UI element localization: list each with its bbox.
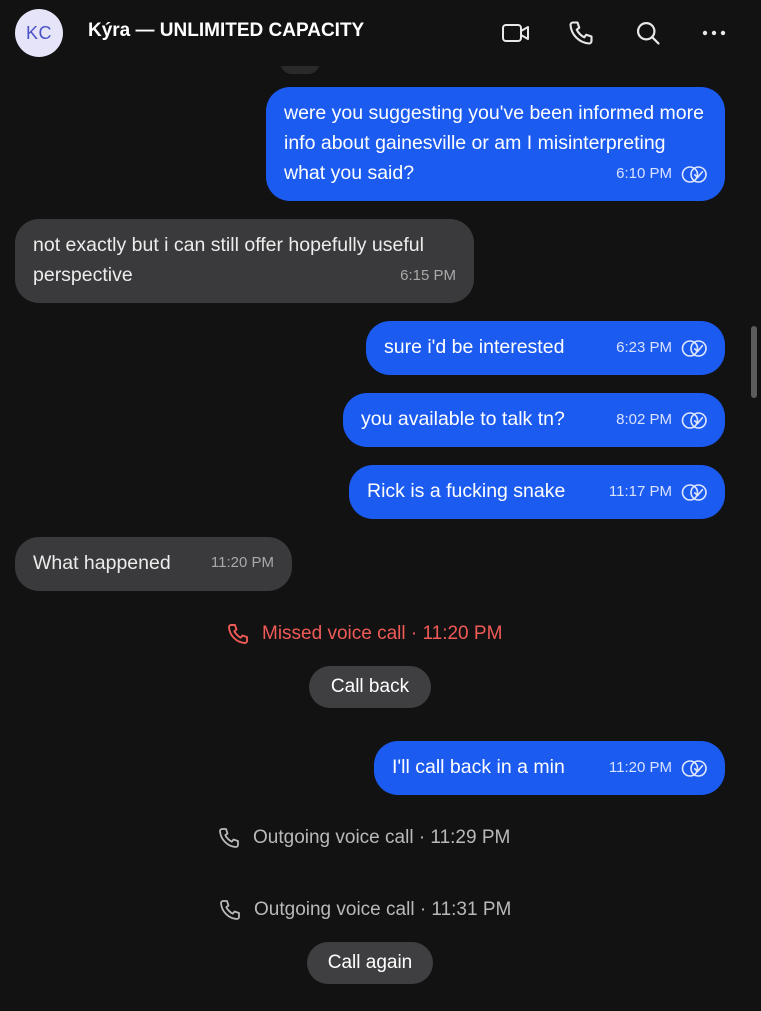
video-call-button[interactable] bbox=[500, 17, 532, 49]
message-meta: 6:10 PM bbox=[616, 159, 708, 189]
message-meta: 8:02 PM bbox=[616, 405, 708, 435]
outgoing-call-icon bbox=[220, 900, 240, 920]
message-time: 8:02 PM bbox=[616, 411, 672, 428]
video-camera-icon bbox=[502, 24, 529, 42]
read-receipt-icon bbox=[681, 411, 707, 429]
avatar[interactable]: KC bbox=[15, 9, 63, 57]
conversation-view: KC Kýra — UNLIMITED CAPACITY were you su… bbox=[0, 0, 761, 1011]
message-time: 6:23 PM bbox=[616, 339, 672, 356]
message-meta: 11:20 PM bbox=[211, 548, 274, 578]
conversation-title[interactable]: Kýra — UNLIMITED CAPACITY bbox=[88, 20, 364, 42]
message-meta: 6:23 PM bbox=[616, 333, 708, 363]
message-bubble-incoming[interactable]: What happened 11:20 PM bbox=[15, 537, 292, 591]
message-time: 11:17 PM bbox=[608, 483, 672, 500]
call-back-button[interactable]: Call back bbox=[309, 666, 431, 708]
phone-icon bbox=[569, 21, 593, 45]
message-text: not exactly but i can still offer hopefu… bbox=[33, 234, 424, 286]
more-dots-icon bbox=[702, 30, 726, 36]
conversation-header: KC Kýra — UNLIMITED CAPACITY bbox=[0, 0, 761, 66]
missed-call-label: Missed voice call · 11:20 PM bbox=[262, 623, 503, 644]
read-receipt-icon bbox=[681, 483, 707, 501]
message-bubble-outgoing[interactable]: were you suggesting you've been informed… bbox=[266, 87, 725, 201]
message-bubble-outgoing[interactable]: Rick is a fucking snake 11:17 PM bbox=[349, 465, 725, 519]
message-time: 11:20 PM bbox=[608, 759, 672, 776]
message-time: 11:20 PM bbox=[210, 554, 274, 571]
more-options-button[interactable] bbox=[698, 17, 730, 49]
message-time: 6:10 PM bbox=[616, 165, 672, 182]
message-time: 6:15 PM bbox=[400, 267, 456, 284]
missed-call-event: Missed voice call · 11:20 PM bbox=[226, 622, 502, 646]
missed-call-icon bbox=[228, 624, 248, 644]
scrollbar-thumb[interactable] bbox=[751, 326, 757, 398]
message-bubble-outgoing[interactable]: sure i'd be interested 6:23 PM bbox=[366, 321, 725, 375]
message-meta: 6:15 PM bbox=[400, 261, 456, 291]
outgoing-call-label: Outgoing voice call · 11:31 PM bbox=[254, 899, 512, 920]
outgoing-call-label: Outgoing voice call · 11:29 PM bbox=[253, 827, 511, 848]
message-meta: 11:17 PM bbox=[609, 477, 708, 507]
voice-call-button[interactable] bbox=[565, 17, 597, 49]
message-bubble-outgoing[interactable]: I'll call back in a min 11:20 PM bbox=[374, 741, 725, 795]
read-receipt-icon bbox=[681, 339, 707, 357]
search-icon bbox=[636, 21, 660, 45]
outgoing-call-event: Outgoing voice call · 11:31 PM bbox=[218, 898, 511, 922]
message-bubble-outgoing[interactable]: you available to talk tn? 8:02 PM bbox=[343, 393, 725, 447]
outgoing-call-icon bbox=[219, 828, 239, 848]
read-receipt-icon bbox=[681, 165, 707, 183]
search-button[interactable] bbox=[632, 17, 664, 49]
message-bubble-incoming[interactable]: not exactly but i can still offer hopefu… bbox=[15, 219, 474, 303]
call-again-button[interactable]: Call again bbox=[307, 942, 433, 984]
read-receipt-icon bbox=[681, 759, 707, 777]
outgoing-call-event: Outgoing voice call · 11:29 PM bbox=[217, 826, 510, 850]
message-meta: 11:20 PM bbox=[609, 753, 708, 783]
